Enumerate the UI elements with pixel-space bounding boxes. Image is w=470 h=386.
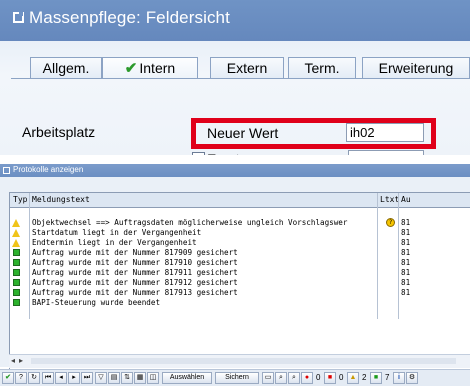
info-icon[interactable]: i	[393, 372, 405, 384]
window-title-bar: Massenpflege: Feldersicht	[0, 0, 470, 41]
row-text: Auftrag wurde mit der Nummer 817910 gesi…	[32, 258, 238, 267]
auswaehlen-button[interactable]: Auswählen	[162, 372, 212, 384]
stop-icon[interactable]: ●	[301, 372, 313, 384]
row-au: 81	[401, 228, 411, 237]
table-row[interactable]: Startdatum liegt in der Vergangenheit 81	[10, 228, 470, 238]
table-row[interactable]: Endtermin liegt in der Vergangenheit 81	[10, 238, 470, 248]
layout-icon[interactable]: ▦	[134, 372, 146, 384]
warning-filter-icon[interactable]: ▲	[347, 372, 359, 384]
refresh-icon[interactable]: ↻	[28, 372, 40, 384]
row-au: 81	[401, 238, 411, 247]
tab-label: Allgem.	[42, 60, 90, 76]
error-count-2: 0	[339, 373, 344, 382]
confirm-icon[interactable]: ✔	[2, 372, 14, 384]
success-icon	[13, 279, 20, 286]
error-filter-icon[interactable]: ■	[324, 372, 336, 384]
tab-label: Extern	[226, 60, 268, 76]
warning-icon	[12, 229, 20, 237]
success-icon	[13, 249, 20, 256]
display-icon[interactable]: ▭	[262, 372, 274, 384]
tab-erweiterung[interactable]: Erweiterung	[362, 57, 470, 78]
error-count: 0	[316, 373, 321, 382]
first-page-icon[interactable]: ⏮	[42, 372, 54, 384]
table-row[interactable]: BAPI-Steuerung wurde beendet	[10, 298, 470, 308]
table-row[interactable]: Auftrag wurde mit der Nummer 817910 gesi…	[10, 258, 470, 268]
previous-page-icon[interactable]: ◂	[55, 372, 67, 384]
popup-title-bar: Protokolle anzeigen	[0, 164, 470, 177]
scroll-right-icon[interactable]: ▸	[19, 356, 23, 365]
check-icon: ✔	[124, 60, 138, 77]
col-ltxt[interactable]: Ltxt	[380, 195, 399, 204]
row-au: 81	[401, 288, 411, 297]
sichern-button[interactable]: Sichern	[215, 372, 259, 384]
popup-title: Protokolle anzeigen	[13, 165, 84, 174]
longtext-icon[interactable]: ?	[386, 218, 395, 227]
tab-allgem[interactable]: Allgem.	[30, 57, 102, 78]
tab-label: Intern	[139, 60, 176, 76]
last-page-icon[interactable]: ⏭	[81, 372, 93, 384]
tab-label: Erweiterung	[378, 60, 454, 76]
row-text: Auftrag wurde mit der Nummer 817909 gesi…	[32, 248, 238, 257]
warning-icon	[12, 239, 20, 247]
detail-icon[interactable]: ◫	[147, 372, 159, 384]
col-au[interactable]: Au	[401, 195, 411, 204]
table-row[interactable]: Auftrag wurde mit der Nummer 817911 gesi…	[10, 268, 470, 278]
table-row[interactable]: Auftrag wurde mit der Nummer 817912 gesi…	[10, 278, 470, 288]
separator	[0, 155, 470, 164]
highlight-box	[191, 118, 436, 149]
table-row[interactable]: Objektwechsel ==> Auftragsdaten mögliche…	[10, 218, 470, 228]
scroll-left-icon[interactable]: ◂	[11, 356, 15, 365]
table-row[interactable]: Auftrag wurde mit der Nummer 817913 gesi…	[10, 288, 470, 298]
sort-icon[interactable]: ⇅	[121, 372, 133, 384]
print-icon[interactable]: ▤	[108, 372, 120, 384]
auswaehlen-label: Auswählen	[169, 374, 205, 381]
row-au: 81	[401, 248, 411, 257]
warning-icon	[12, 219, 20, 227]
window-menu-icon[interactable]	[13, 12, 24, 23]
success-icon	[13, 269, 20, 276]
scroll-track[interactable]	[31, 358, 456, 364]
success-filter-icon[interactable]: ■	[370, 372, 382, 384]
row-text: Auftrag wurde mit der Nummer 817913 gesi…	[32, 288, 238, 297]
next-page-icon[interactable]: ▸	[68, 372, 80, 384]
row-au: 81	[401, 258, 411, 267]
tab-divider	[11, 78, 470, 79]
tab-label: Term.	[304, 60, 340, 76]
tab-intern[interactable]: ✔ Intern	[102, 57, 198, 78]
field-label-arbeitsplatz: Arbeitsplatz	[22, 124, 96, 140]
find-next-icon[interactable]: ⌕	[288, 372, 300, 384]
row-au: 81	[401, 218, 411, 227]
row-text: Endtermin liegt in der Vergangenheit	[32, 238, 197, 247]
find-icon[interactable]: ⌕	[275, 372, 287, 384]
row-text: Auftrag wurde mit der Nummer 817911 gesi…	[32, 268, 238, 277]
settings-icon[interactable]: ⚙	[406, 372, 418, 384]
tab-extern[interactable]: Extern	[210, 57, 284, 78]
row-au: 81	[401, 268, 411, 277]
help-icon[interactable]: ?	[15, 372, 27, 384]
table-header: Typ Meldungstext Ltxt Au	[10, 193, 470, 208]
window-title: Massenpflege: Feldersicht	[29, 8, 230, 27]
success-icon	[13, 259, 20, 266]
row-text: BAPI-Steuerung wurde beendet	[32, 298, 161, 307]
tab-term[interactable]: Term.	[288, 57, 356, 78]
sichern-label: Sichern	[225, 374, 249, 381]
table-row[interactable]: Auftrag wurde mit der Nummer 817909 gesi…	[10, 248, 470, 258]
popup-toolbar: ✔ ? ↻ ⏮ ◂ ▸ ⏭ ▽ ▤ ⇅ ▦ ◫ Auswählen Sicher…	[0, 369, 470, 386]
horizontal-scrollbar[interactable]: ◂ ▸	[9, 354, 470, 368]
row-text: Auftrag wurde mit der Nummer 817912 gesi…	[32, 278, 238, 287]
success-icon	[13, 299, 20, 306]
row-text: Startdatum liegt in der Vergangenheit	[32, 228, 202, 237]
success-icon	[13, 289, 20, 296]
row-text: Objektwechsel ==> Auftragsdaten mögliche…	[32, 218, 348, 227]
success-count: 7	[385, 373, 390, 382]
popup-menu-icon[interactable]	[3, 167, 10, 174]
warning-count: 2	[362, 373, 367, 382]
row-au: 81	[401, 278, 411, 287]
col-typ[interactable]: Typ	[13, 195, 27, 204]
col-meldungstext[interactable]: Meldungstext	[32, 195, 90, 204]
filter-icon[interactable]: ▽	[95, 372, 107, 384]
protocol-table: Typ Meldungstext Ltxt Au Objektwechsel =…	[9, 192, 470, 369]
